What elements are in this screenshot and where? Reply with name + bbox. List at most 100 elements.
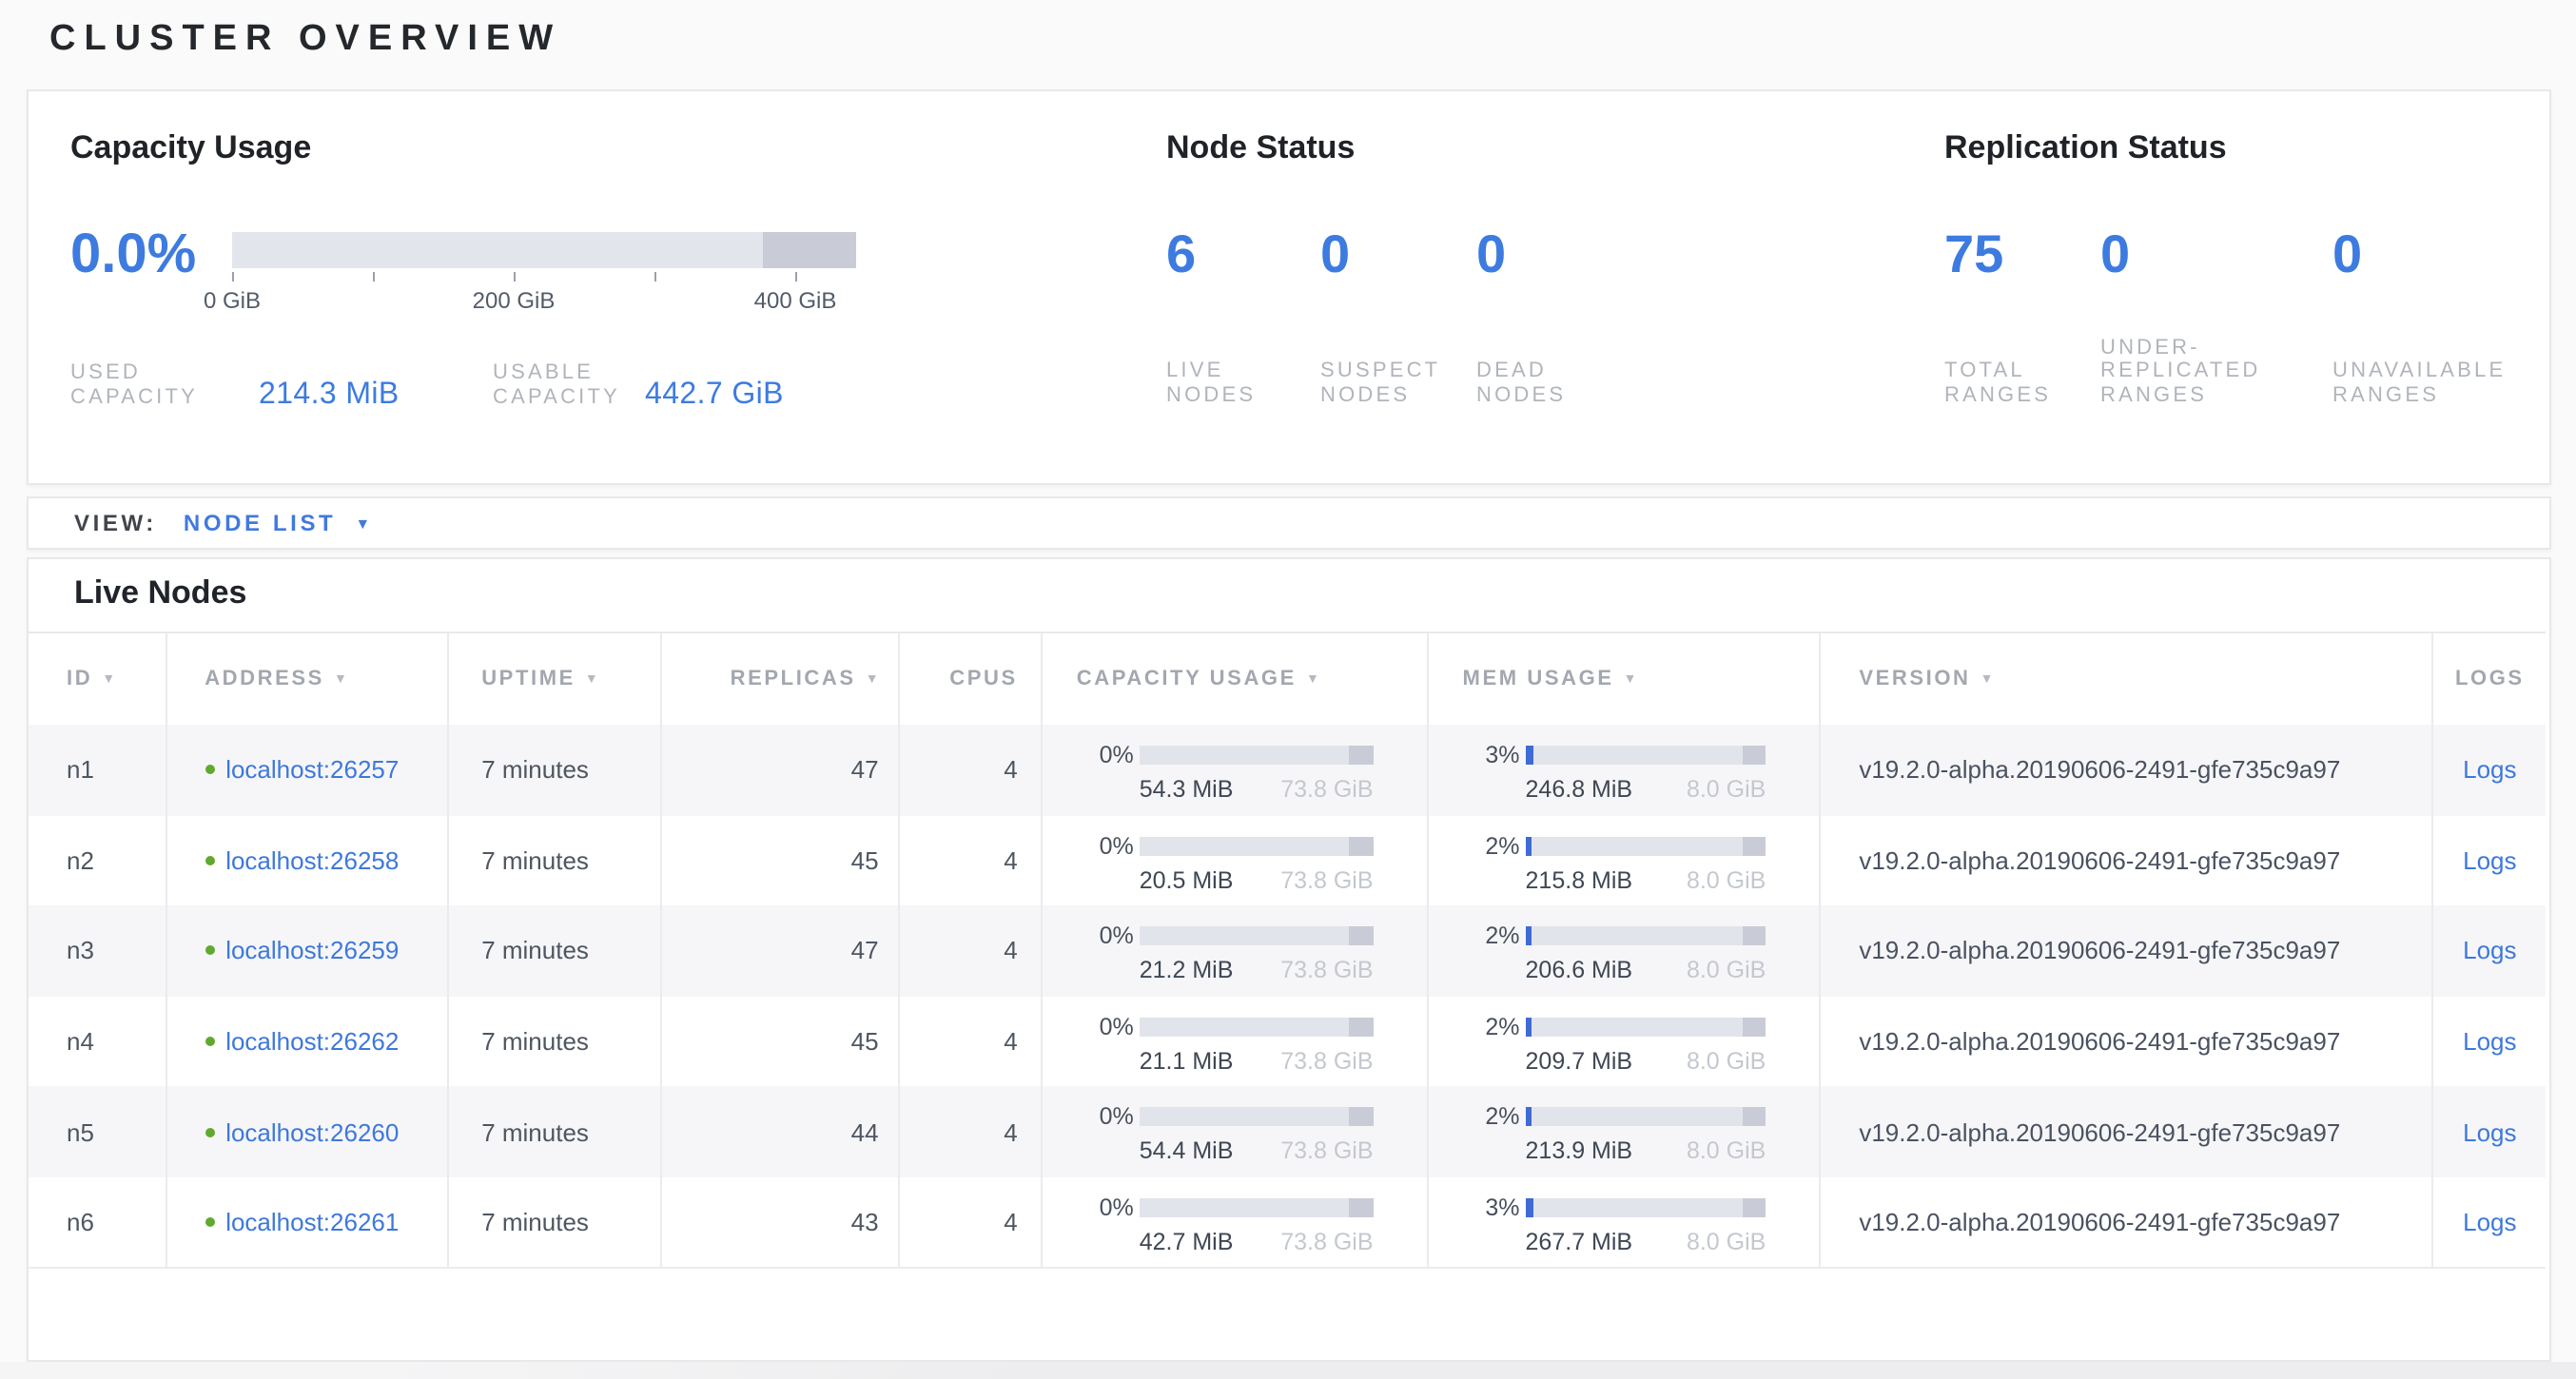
page-title: CLUSTER OVERVIEW [49,19,561,61]
node-uptime-cell: 7 minutes [449,815,663,905]
capacity-usage-bar [232,232,856,268]
mem-usage-bar [1526,836,1766,855]
metric-value: 75 [1944,226,2074,283]
column-header-address[interactable]: ADDRESS▼ [166,633,449,725]
capacity-usage-bar [1140,1018,1374,1037]
node-healthy-icon [205,946,214,956]
axis-tick [654,272,656,282]
logs-link[interactable]: Logs [2463,756,2516,785]
node-cpus-cell: 4 [900,1177,1043,1266]
node-replicas-cell: 47 [663,725,900,815]
column-header-replicas[interactable]: REPLICAS▼ [663,633,900,725]
logs-link[interactable]: Logs [2463,937,2516,965]
live-nodes-panel: Live Nodes ID▼ ADDRESS▼ UPTIME▼ REPLICAS… [27,557,2551,1362]
node-address-link[interactable]: localhost:26260 [225,1117,399,1146]
metric-label: UNAVAILABLE RANGES [2332,359,2530,407]
view-selector-dropdown[interactable]: NODE LIST ▼ [184,510,370,536]
node-address-cell: localhost:26258 [166,815,449,905]
node-address-cell: localhost:26257 [166,725,449,815]
used-capacity-value: 214.3 MiB [259,379,400,413]
logs-link[interactable]: Logs [2463,846,2516,875]
axis-label: 0 GiB [175,287,289,314]
node-mem-usage-cell: 3% 246.8 MiB8.0 GiB [1429,725,1822,815]
node-mem-usage-cell: 2% 209.7 MiB8.0 GiB [1429,997,1822,1087]
under-replicated-ranges-metric: 0 UNDER-REPLICATED RANGES [2100,226,2306,407]
node-cpus-cell: 4 [900,997,1043,1087]
node-address-cell: localhost:26262 [166,997,449,1087]
column-header-id[interactable]: ID▼ [29,633,166,725]
node-healthy-icon [205,1127,214,1136]
usable-capacity-label: USABLE CAPACITY [493,361,641,409]
capacity-usage-bar [1140,926,1374,945]
capacity-stats: USED CAPACITY 214.3 MiB USABLE CAPACITY … [70,358,869,411]
node-id-cell: n6 [29,1177,166,1266]
node-id-cell: n4 [29,997,166,1087]
live-nodes-title: Live Nodes [74,574,246,612]
node-capacity-usage-cell: 0% 20.5 MiB73.8 GiB [1043,815,1429,905]
node-logs-cell: Logs [2434,815,2546,905]
node-id-cell: n1 [29,725,166,815]
metric-value: 0 [2332,226,2530,283]
table-row: n5 localhost:26260 7 minutes 44 4 0% 54.… [29,1087,2546,1177]
node-address-link[interactable]: localhost:26261 [225,1208,399,1236]
node-id-cell: n5 [29,1087,166,1177]
mem-usage-bar [1526,1108,1766,1127]
usable-capacity-value: 442.7 GiB [645,379,784,413]
column-header-version[interactable]: VERSION▼ [1821,633,2433,725]
logs-link[interactable]: Logs [2463,1027,2516,1056]
mem-usage-bar [1526,926,1766,945]
node-mem-usage-cell: 3% 267.7 MiB8.0 GiB [1429,1177,1822,1266]
chevron-down-icon: ▼ [355,515,370,532]
metric-label: DEAD NODES [1476,359,1613,407]
sort-desc-icon: ▼ [866,672,879,686]
node-address-link[interactable]: localhost:26262 [225,1027,399,1056]
capacity-axis: 0 GiB 200 GiB 400 GiB [232,272,856,314]
node-healthy-icon [205,1217,214,1227]
mem-usage-bar [1526,1018,1766,1037]
node-logs-cell: Logs [2434,725,2546,815]
capacity-usage-bar [1140,1198,1374,1217]
node-replicas-cell: 43 [663,1177,900,1266]
view-selected-value[interactable]: NODE LIST [184,510,336,536]
column-header-mem-usage[interactable]: MEM USAGE▼ [1429,633,1822,725]
node-replicas-cell: 45 [663,997,900,1087]
sort-desc-icon: ▼ [1981,672,1994,686]
total-ranges-metric: 75 TOTAL RANGES [1944,226,2074,407]
node-capacity-usage-cell: 0% 54.3 MiB73.8 GiB [1043,725,1429,815]
capacity-usage-bar [1140,836,1374,855]
node-replicas-cell: 44 [663,1087,900,1177]
live-nodes-metric: 6 LIVE NODES [1166,226,1296,407]
axis-tick [232,272,234,282]
sort-desc-icon: ▼ [585,672,598,686]
logs-link[interactable]: Logs [2463,1117,2516,1146]
node-address-cell: localhost:26261 [166,1177,449,1266]
column-header-uptime[interactable]: UPTIME▼ [449,633,663,725]
metric-value: 0 [1476,226,1613,283]
node-mem-usage-cell: 2% 206.6 MiB8.0 GiB [1429,905,1822,996]
metric-value: 6 [1166,226,1296,283]
replication-status-metrics: 75 TOTAL RANGES 0 UNDER-REPLICATED RANGE… [1944,226,2530,407]
replication-status-title: Replication Status [1944,129,2227,167]
axis-tick [795,272,797,282]
node-version-cell: v19.2.0-alpha.20190606-2491-gfe735c9a97 [1821,1087,2433,1177]
node-version-cell: v19.2.0-alpha.20190606-2491-gfe735c9a97 [1821,997,2433,1087]
table-row: n4 localhost:26262 7 minutes 45 4 0% 21.… [29,997,2546,1087]
logs-link[interactable]: Logs [2463,1208,2516,1236]
view-label: VIEW: [74,510,157,536]
node-address-link[interactable]: localhost:26259 [225,937,399,965]
node-logs-cell: Logs [2434,1087,2546,1177]
node-version-cell: v19.2.0-alpha.20190606-2491-gfe735c9a97 [1821,815,2433,905]
mem-usage-bar [1526,1198,1766,1217]
table-header-row: ID▼ ADDRESS▼ UPTIME▼ REPLICAS▼ CPUS CAPA… [29,631,2546,725]
metric-value: 0 [1320,226,1452,283]
node-logs-cell: Logs [2434,905,2546,996]
dead-nodes-metric: 0 DEAD NODES [1476,226,1613,407]
node-address-link[interactable]: localhost:26257 [225,756,399,785]
column-header-capacity-usage[interactable]: CAPACITY USAGE▼ [1043,633,1429,725]
node-address-link[interactable]: localhost:26258 [225,846,399,875]
axis-label: 200 GiB [457,287,571,314]
metric-value: 0 [2100,226,2306,283]
node-replicas-cell: 45 [663,815,900,905]
capacity-usage-bar [1140,1108,1374,1127]
sort-desc-icon: ▼ [1306,672,1319,686]
